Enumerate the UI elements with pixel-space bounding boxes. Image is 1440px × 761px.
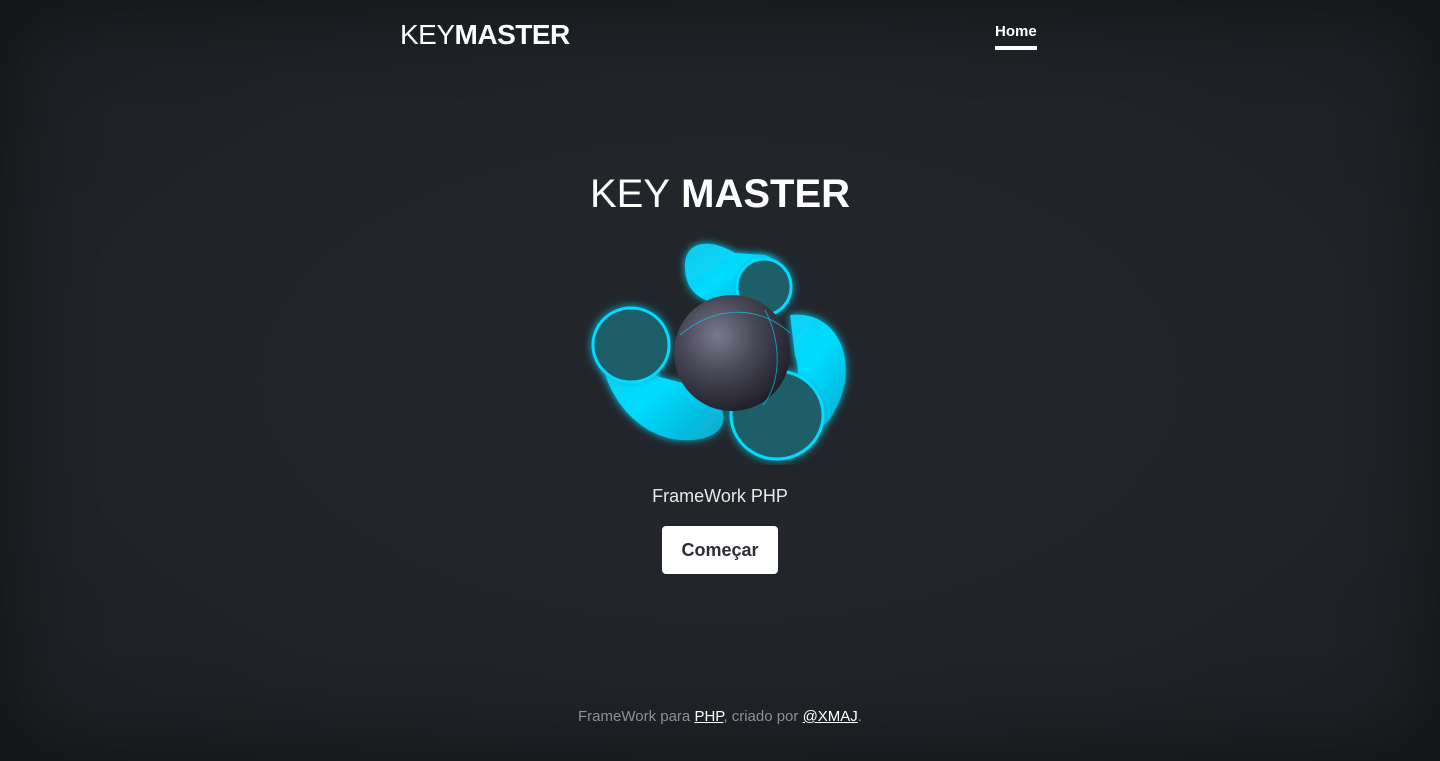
brand-bold-text: MASTER (454, 19, 571, 50)
footer-text-3: . (857, 708, 862, 725)
brand-logo[interactable]: KEYMASTER (400, 18, 570, 52)
start-button[interactable]: Começar (662, 526, 778, 574)
hero-subtitle: FrameWork PHP (652, 486, 788, 506)
footer: FrameWork para PHP, criado por @XMAJ. (0, 708, 1440, 725)
keymaster-orbit-logo-icon (585, 235, 855, 465)
brand-light-text: KEY (400, 19, 455, 50)
hero-title-bold: MASTER (681, 172, 851, 216)
footer-text-1: FrameWork para (578, 708, 695, 725)
hero-title-light: KEY (589, 172, 671, 216)
page: KEYMASTER Home KEY MASTER FrameWork PHP … (0, 0, 1440, 761)
nav-home-link[interactable]: Home (995, 23, 1037, 50)
hero-title: KEY MASTER (0, 170, 1440, 218)
footer-text-2: , criado por (723, 708, 803, 725)
footer-author-link[interactable]: @XMAJ (803, 708, 858, 725)
footer-php-link[interactable]: PHP (694, 708, 723, 725)
